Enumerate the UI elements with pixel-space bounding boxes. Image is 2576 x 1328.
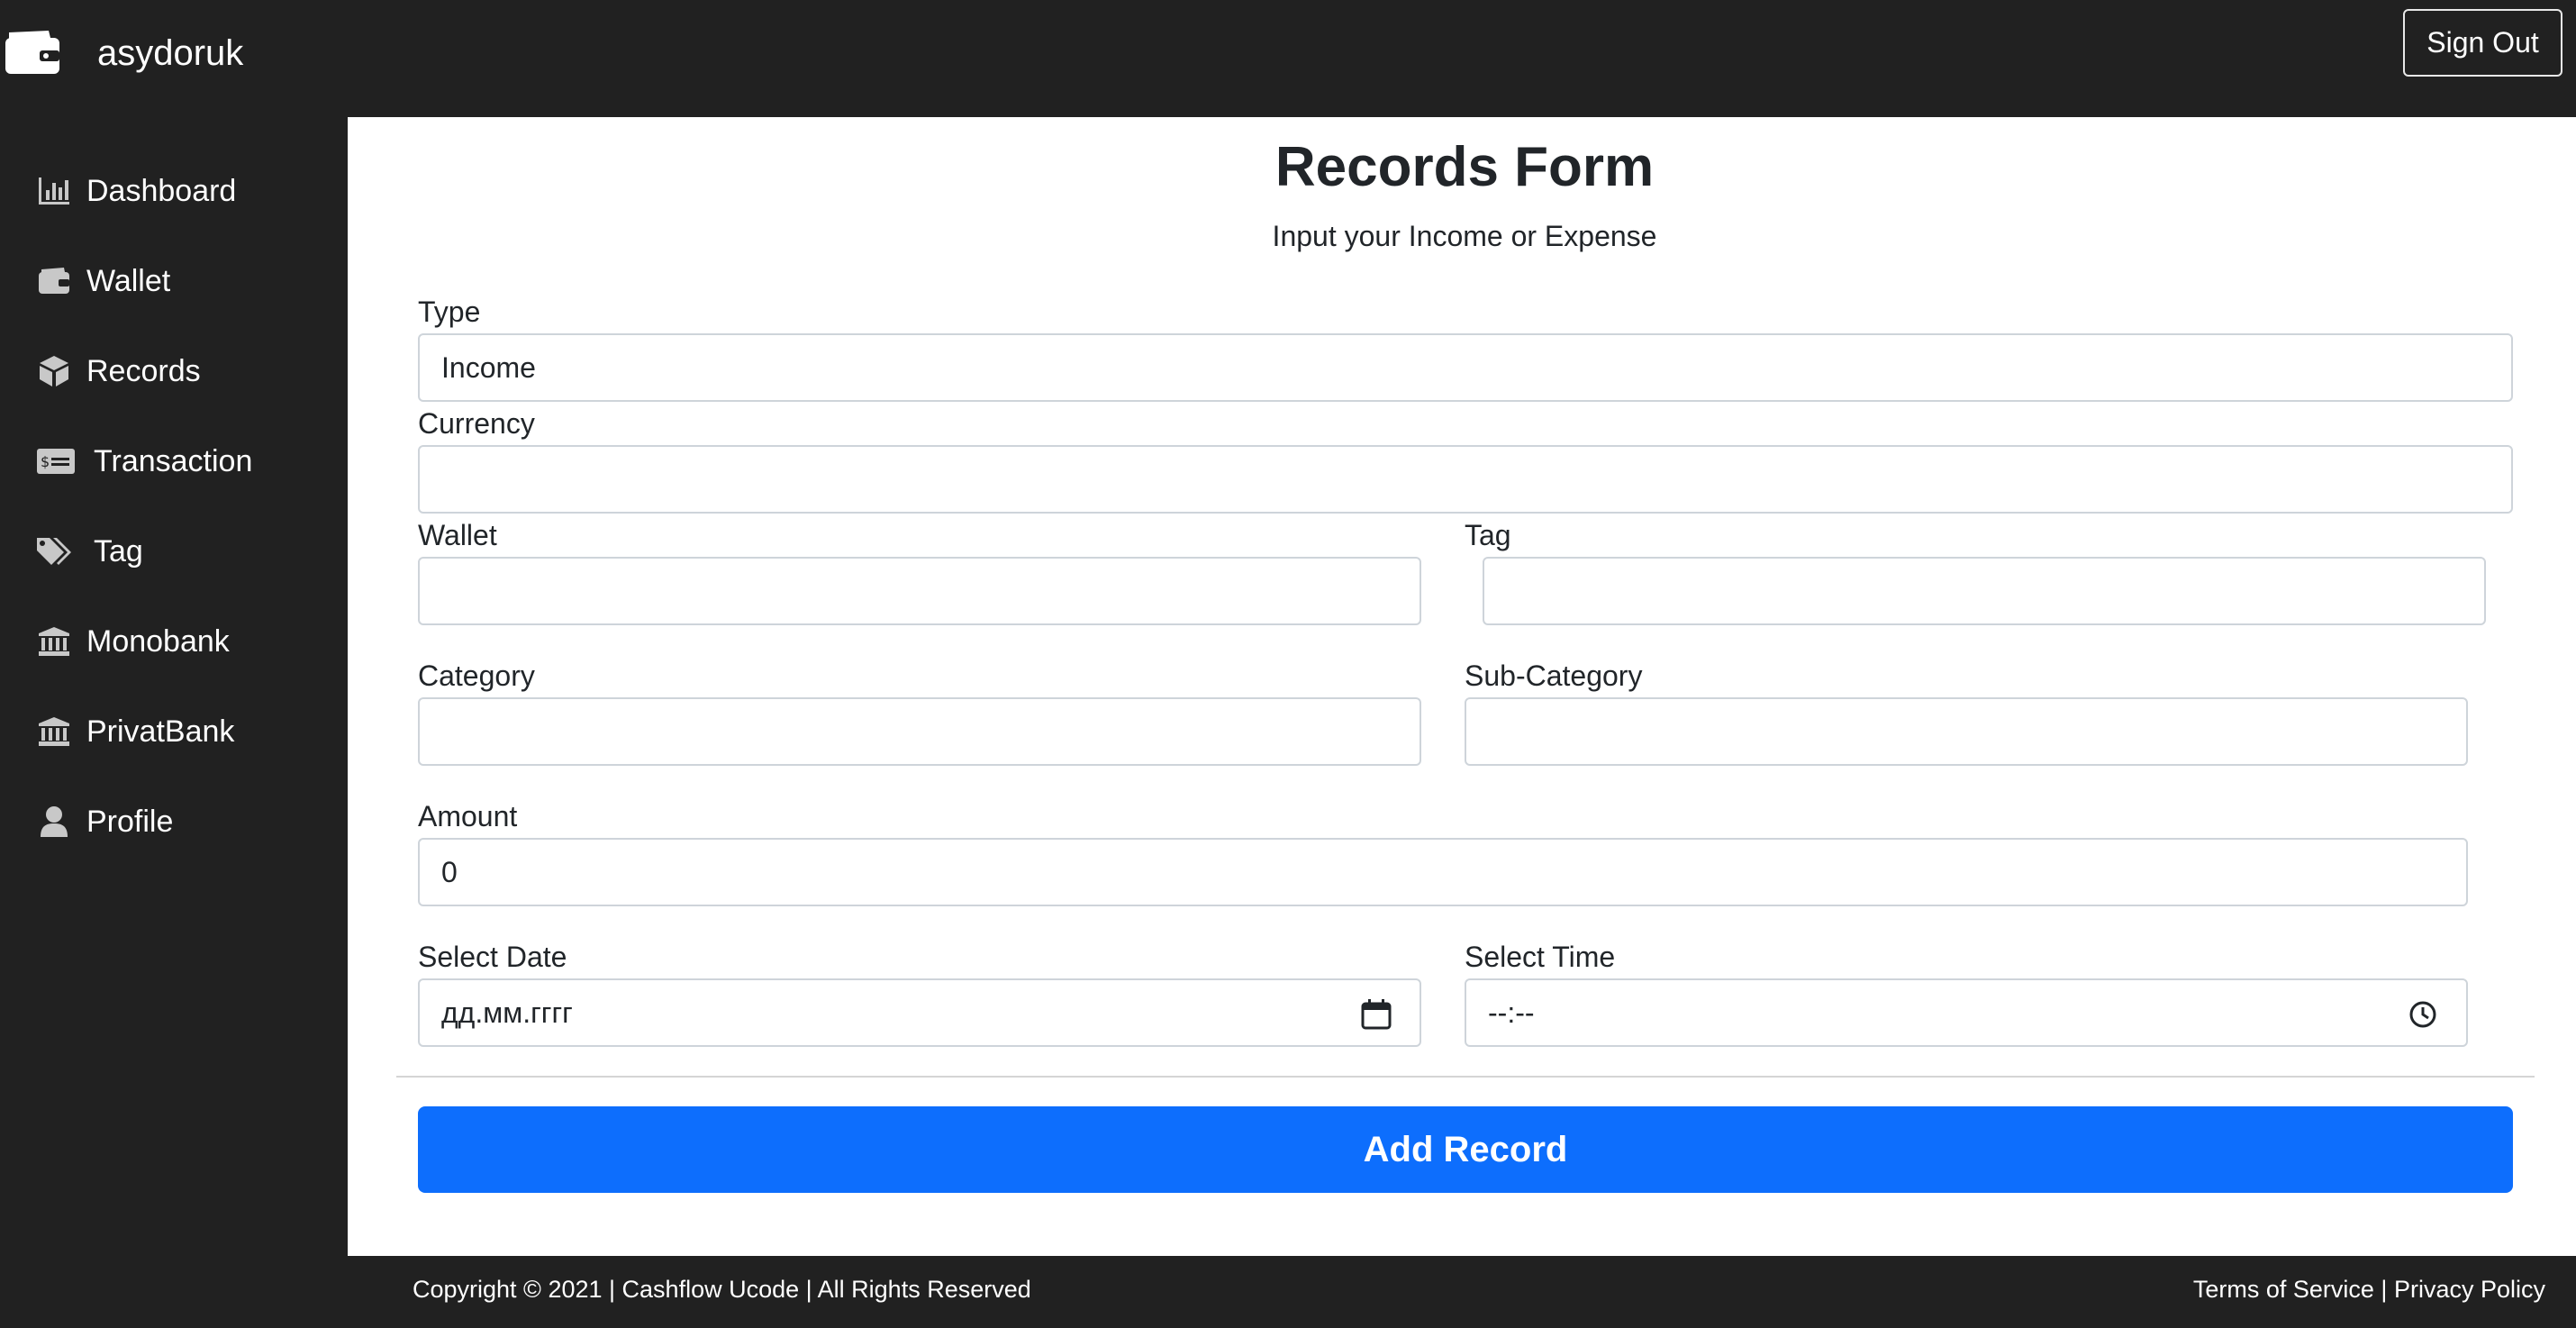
wallet-select[interactable]: [418, 557, 1421, 625]
svg-text:$: $: [41, 453, 50, 470]
money-check-icon: $: [36, 443, 76, 479]
sidebar-item-profile[interactable]: Profile: [36, 795, 173, 849]
amount-value: 0: [441, 855, 458, 888]
subcategory-select[interactable]: [1465, 697, 2468, 766]
sidebar-item-transaction[interactable]: $ Transaction: [36, 434, 252, 488]
footer: Copyright © 2021 | Cashflow Ucode | All …: [348, 1256, 2576, 1328]
amount-label: Amount: [418, 800, 518, 832]
sidebar-item-dashboard[interactable]: Dashboard: [36, 164, 236, 218]
top-bar: asydoruk Sign Out: [0, 0, 2576, 117]
date-label: Select Date: [418, 941, 567, 973]
sidebar-item-label: PrivatBank: [86, 714, 235, 749]
footer-separator: |: [2381, 1276, 2388, 1303]
page-subtitle: Input your Income or Expense: [1272, 220, 1657, 252]
bank-icon: [36, 714, 72, 750]
sidebar-item-label: Monobank: [86, 623, 230, 659]
privacy-policy-link[interactable]: Privacy Policy: [2394, 1276, 2545, 1303]
type-select[interactable]: Income: [418, 333, 2513, 402]
sidebar-item-label: Records: [86, 353, 201, 388]
sidebar-item-label: Dashboard: [86, 173, 237, 208]
add-record-button[interactable]: Add Record: [418, 1106, 2513, 1193]
amount-input[interactable]: 0: [418, 838, 2468, 906]
tag-select[interactable]: [1483, 557, 2486, 625]
currency-label: Currency: [418, 407, 535, 440]
sidebar-item-label: Wallet: [86, 263, 171, 298]
wallet-logo-icon: [5, 31, 59, 74]
box-icon: [36, 353, 72, 389]
sidebar-item-privatbank[interactable]: PrivatBank: [36, 705, 234, 759]
page-title: Records Form: [1274, 136, 1655, 198]
subcategory-label: Sub-Category: [1465, 659, 1643, 692]
chart-bar-icon: [36, 173, 72, 209]
category-select[interactable]: [418, 697, 1421, 766]
date-placeholder: дд.мм.гггг: [441, 996, 573, 1029]
currency-select[interactable]: [418, 445, 2513, 514]
category-label: Category: [418, 659, 535, 692]
tags-icon: [36, 533, 76, 569]
terms-of-service-link[interactable]: Terms of Service: [2193, 1276, 2374, 1303]
time-placeholder: --:--: [1488, 996, 1535, 1029]
records-form-panel: Records Form Input your Income or Expens…: [348, 117, 2576, 1256]
date-input[interactable]: дд.мм.гггг: [418, 978, 1421, 1047]
sidebar-item-label: Tag: [94, 533, 143, 568]
type-value: Income: [441, 350, 536, 384]
clock-icon[interactable]: [2407, 998, 2439, 1031]
sign-out-button[interactable]: Sign Out: [2403, 9, 2562, 77]
wallet-icon: [36, 263, 72, 299]
footer-copyright: Copyright © 2021 | Cashflow Ucode | All …: [413, 1276, 1031, 1303]
type-label: Type: [418, 296, 481, 328]
sidebar-item-records[interactable]: Records: [36, 344, 201, 398]
sidebar-item-monobank[interactable]: Monobank: [36, 614, 230, 669]
calendar-icon[interactable]: [1360, 998, 1392, 1031]
footer-links: Terms of Service | Privacy Policy: [2193, 1276, 2545, 1304]
sidebar-item-label: Profile: [86, 804, 174, 839]
sidebar-item-wallet[interactable]: Wallet: [36, 254, 170, 308]
time-label: Select Time: [1465, 941, 1616, 973]
brand[interactable]: asydoruk: [4, 31, 243, 76]
time-input[interactable]: --:--: [1465, 978, 2468, 1047]
tag-label: Tag: [1465, 519, 1511, 551]
user-icon: [36, 804, 72, 840]
form-divider: [396, 1076, 2535, 1078]
wallet-label: Wallet: [418, 519, 497, 551]
sidebar-item-tag[interactable]: Tag: [36, 524, 143, 578]
brand-name: asydoruk: [97, 32, 244, 73]
sidebar: Dashboard Wallet Records $ Transaction T…: [0, 117, 348, 1328]
bank-icon: [36, 623, 72, 659]
sidebar-item-label: Transaction: [94, 443, 253, 478]
